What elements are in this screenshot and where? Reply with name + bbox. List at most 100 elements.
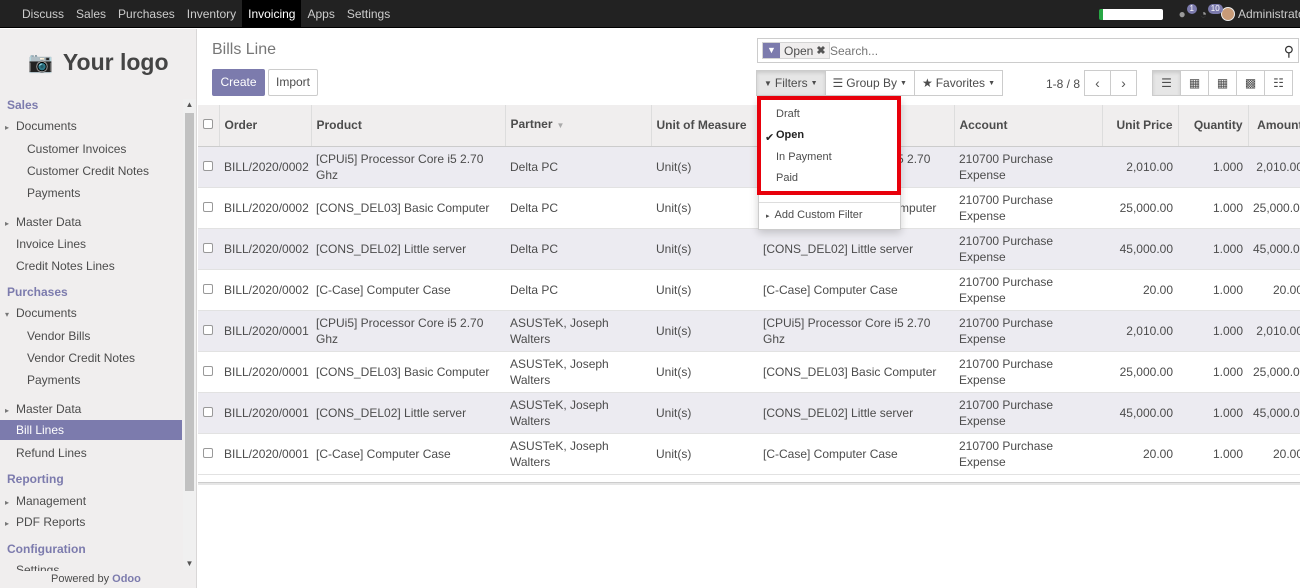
menu-inventory[interactable]: Inventory <box>181 0 242 28</box>
cell-unit-of-measure: Unit(s) <box>651 146 758 188</box>
cell-label: [CONS_DEL02] Little server <box>758 228 954 270</box>
camera-icon: 📷 <box>28 52 53 74</box>
row-checkbox[interactable] <box>198 433 219 475</box>
search-input[interactable] <box>830 43 1260 59</box>
pivot-view-button[interactable]: ▦ <box>1208 70 1237 96</box>
row-checkbox[interactable] <box>198 228 219 270</box>
select-all-checkbox[interactable] <box>198 105 220 147</box>
column-product[interactable]: Product <box>311 105 506 147</box>
table-row[interactable]: BILL/2020/0001 [C-Case] Computer Case ASUS… <box>198 433 1300 475</box>
cell-account: 210700 Purchase Expense <box>954 146 1102 188</box>
caret-down-icon: ▼ <box>810 79 818 87</box>
sidebar-item-customer-invoices[interactable]: Customer Invoices <box>27 142 126 156</box>
cell-account: 210700 Purchase Expense <box>954 351 1102 393</box>
create-button[interactable]: Create <box>212 69 265 96</box>
search-options: ▼ Filters ▼ ☰ Group By ▼ ★ Favorites ▼ <box>756 70 1003 96</box>
sidebar-item-sales-documents[interactable]: ▸ Documents <box>5 119 77 133</box>
pager-previous-button[interactable]: ‹ <box>1084 70 1111 96</box>
scrollbar-thumb[interactable] <box>185 113 194 491</box>
sidebar-item-invoice-lines[interactable]: Invoice Lines <box>16 237 86 251</box>
sidebar-item-pdf-reports[interactable]: ▸ PDF Reports <box>5 515 85 529</box>
user-menu[interactable]: Administrator <box>1238 7 1300 21</box>
column-amount[interactable]: Amount <box>1248 105 1300 147</box>
cell-amount: 2,010.00 <box>1248 146 1300 188</box>
sidebar-scrollbar[interactable]: ▲ ▼ <box>183 99 196 570</box>
sidebar-item-settings[interactable]: Settings <box>16 563 59 571</box>
search-icon[interactable]: ⚲ <box>1284 43 1294 60</box>
bar-chart-icon: ▩ <box>1244 76 1257 90</box>
menu-settings[interactable]: Settings <box>341 0 396 28</box>
menu-sales[interactable]: Sales <box>70 0 112 28</box>
menu-invoicing[interactable]: Invoicing <box>242 0 302 28</box>
highlight-annotation <box>757 96 901 195</box>
avatar[interactable] <box>1221 7 1235 21</box>
table-row[interactable]: BILL/2020/0002 [CONS_DEL02] Little server… <box>198 228 1300 270</box>
import-button[interactable]: Import <box>268 69 318 96</box>
row-checkbox[interactable] <box>198 146 219 188</box>
group-by-button[interactable]: ☰ Group By ▼ <box>824 70 915 96</box>
table-row[interactable]: BILL/2020/0001 [CPUi5] Processor Core i5 … <box>198 310 1300 352</box>
chat-button[interactable]: ● 1 <box>1179 4 1197 21</box>
row-checkbox[interactable] <box>198 392 219 434</box>
sidebar-header-configuration: Configuration <box>7 542 86 556</box>
row-checkbox[interactable] <box>198 269 219 311</box>
sidebar-item-master-data-sales[interactable]: ▸ Master Data <box>5 215 81 229</box>
sidebar-item-customer-credit-notes[interactable]: Customer Credit Notes <box>27 164 149 178</box>
cell-product: [CONS_DEL03] Basic Computer <box>311 187 505 229</box>
cell-order: BILL/2020/0002 <box>219 146 311 188</box>
list-view-button[interactable]: ☰ <box>1152 70 1181 96</box>
filters-button[interactable]: ▼ Filters ▼ <box>756 70 826 96</box>
cell-partner: Delta PC <box>505 146 651 188</box>
menu-purchases[interactable]: Purchases <box>112 0 181 28</box>
row-checkbox[interactable] <box>198 187 219 229</box>
sidebar-item-management[interactable]: ▸ Management <box>5 494 86 508</box>
table-row[interactable]: BILL/2020/0002 [CONS_DEL03] Basic Compute… <box>198 187 1300 229</box>
table-row[interactable]: BILL/2020/0002 [CPUi5] Processor Core i5 … <box>198 146 1300 188</box>
caret-right-icon: ▸ <box>5 123 10 132</box>
sidebar-item-master-data-purchases[interactable]: ▸ Master Data <box>5 402 81 416</box>
search-facet[interactable]: ▼ Open ✖ <box>762 42 830 59</box>
sidebar-item-bill-lines[interactable]: Bill Lines <box>0 420 182 440</box>
sidebar-item-refund-lines[interactable]: Refund Lines <box>16 446 87 460</box>
cell-amount: 45,000.00 <box>1248 392 1300 434</box>
close-icon[interactable]: ✖ <box>816 44 828 57</box>
sidebar-item-credit-notes-lines[interactable]: Credit Notes Lines <box>16 259 115 273</box>
column-partner[interactable]: Partner ▼ <box>505 105 652 147</box>
sidebar-item-payments-sales[interactable]: Payments <box>27 186 80 200</box>
scroll-down-icon[interactable]: ▼ <box>183 558 196 570</box>
cell-account: 210700 Purchase Expense <box>954 228 1102 270</box>
scroll-up-icon[interactable]: ▲ <box>183 99 196 111</box>
pager-value[interactable]: 1-8 / 8 <box>1046 77 1080 91</box>
caret-right-icon: ▸ <box>5 519 10 528</box>
column-unit-price[interactable]: Unit Price <box>1102 105 1179 147</box>
activity-button[interactable]: ◔ 10 <box>1200 4 1223 21</box>
horizontal-scrollbar[interactable] <box>198 483 1300 485</box>
sidebar-item-purchases-documents[interactable]: ▾ Documents <box>5 306 77 320</box>
kanban-view-button[interactable]: ▦ <box>1180 70 1209 96</box>
cell-unit-of-measure: Unit(s) <box>651 187 758 229</box>
table-row[interactable]: BILL/2020/0001 [CONS_DEL03] Basic Compute… <box>198 351 1300 393</box>
graph-view-button[interactable]: ▩ <box>1236 70 1265 96</box>
table-row[interactable]: BILL/2020/0001 [CONS_DEL02] Little server… <box>198 392 1300 434</box>
column-quantity[interactable]: Quantity <box>1178 105 1249 147</box>
sidebar-item-vendor-bills[interactable]: Vendor Bills <box>27 329 90 343</box>
table-row[interactable]: BILL/2020/0002 [C-Case] Computer Case Delt… <box>198 269 1300 311</box>
row-checkbox[interactable] <box>198 351 219 393</box>
sidebar-item-vendor-credit-notes[interactable]: Vendor Credit Notes <box>27 351 135 365</box>
table-header: Order Product Partner▼ Unit of Measure L… <box>198 105 1300 147</box>
sidebar-item-payments-purchases[interactable]: Payments <box>27 373 80 387</box>
calendar-view-button[interactable]: ☷ <box>1264 70 1293 96</box>
cell-product: [CONS_DEL02] Little server <box>311 392 505 434</box>
column-order[interactable]: Order <box>219 105 312 147</box>
menu-discuss[interactable]: Discuss <box>16 0 70 28</box>
row-checkbox[interactable] <box>198 310 219 352</box>
view-switcher: ☰ ▦ ▦ ▩ ☷ <box>1152 70 1293 96</box>
menu-apps[interactable]: Apps <box>301 0 340 28</box>
favorites-button[interactable]: ★ Favorites ▼ <box>913 70 1003 96</box>
pager-next-button[interactable]: › <box>1110 70 1137 96</box>
caret-down-icon: ▾ <box>5 310 10 319</box>
add-custom-filter[interactable]: ▸ Add Custom Filter <box>766 209 863 221</box>
odoo-link[interactable]: Odoo <box>112 573 141 585</box>
column-account[interactable]: Account <box>954 105 1103 147</box>
column-unit-of-measure[interactable]: Unit of Measure <box>651 105 759 147</box>
